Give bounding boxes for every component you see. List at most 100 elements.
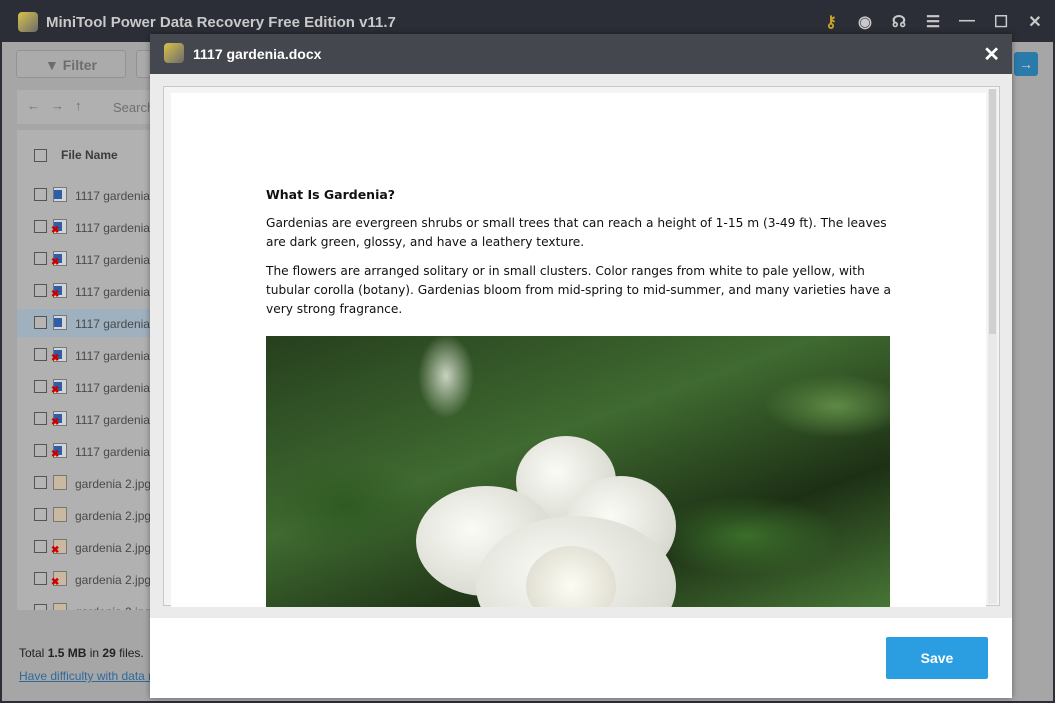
row-checkbox[interactable] — [34, 476, 47, 489]
file-name: 1117 gardenia.docx — [75, 189, 157, 203]
preview-title: 1117 gardenia.docx — [193, 46, 322, 62]
image-file-icon — [53, 475, 67, 490]
file-name: 1117 gardenia.docx — [75, 381, 157, 395]
image-file-icon — [53, 603, 67, 610]
file-row[interactable]: ✖ 1117 gardenia.docx — [17, 405, 157, 433]
nav-bar: ← → ↑ Search — [17, 90, 157, 124]
status-total: Total 1.5 MB in 29 files. — [19, 646, 144, 660]
app-title: MiniTool Power Data Recovery Free Editio… — [46, 14, 396, 31]
word-file-icon: ✖ — [51, 251, 67, 268]
file-row[interactable]: ✖ gardenia 2.jpg — [17, 533, 157, 561]
deleted-icon: ✖ — [51, 353, 60, 364]
key-icon[interactable]: ⚷ — [821, 12, 841, 32]
file-list: File Name 1117 gardenia.docx ✖ 1117 garden… — [17, 130, 157, 610]
back-icon[interactable]: ← — [27, 98, 40, 113]
doc-heading: What Is Gardenia? — [266, 187, 396, 202]
file-name: 1117 gardenia.docx — [75, 285, 157, 299]
file-row[interactable]: ✖ 1117 gardenia.docx — [17, 373, 157, 401]
word-file-icon: ✖ — [51, 283, 67, 300]
deleted-icon: ✖ — [51, 577, 60, 588]
column-file-name[interactable]: File Name — [61, 148, 118, 162]
row-checkbox[interactable] — [34, 444, 47, 457]
row-checkbox[interactable] — [34, 348, 47, 361]
word-file-icon: ✖ — [51, 219, 67, 236]
row-checkbox[interactable] — [34, 220, 47, 233]
file-name: 1117 gardenia.docx — [75, 413, 157, 427]
close-icon[interactable]: ✕ — [1025, 12, 1045, 32]
filter-button[interactable]: ▼ Filter — [16, 50, 126, 78]
word-file-icon — [53, 315, 67, 330]
scrollbar[interactable] — [988, 89, 997, 604]
row-checkbox[interactable] — [34, 508, 47, 521]
word-file-icon: ✖ — [51, 443, 67, 460]
app-logo-icon — [164, 43, 184, 63]
file-name: 1117 gardenia.docx — [75, 349, 157, 363]
row-checkbox[interactable] — [34, 412, 47, 425]
doc-paragraph: Gardenias are evergreen shrubs or small … — [266, 216, 887, 249]
menu-icon[interactable]: ☰ — [923, 12, 943, 32]
doc-paragraph: The flowers are arranged solitary or in … — [266, 264, 892, 316]
file-row[interactable]: ✖ gardenia 2.jpg — [17, 565, 157, 593]
file-row[interactable]: ✖ 1117 gardenia.docx — [17, 341, 157, 369]
file-name: 1117 gardenia.docx — [75, 445, 157, 459]
maximize-icon[interactable]: ☐ — [991, 12, 1011, 32]
image-file-icon — [53, 507, 67, 522]
document-page: What Is Gardenia? Gardenias are evergree… — [171, 93, 986, 607]
file-row[interactable]: gardenia 2.jpg — [17, 501, 157, 529]
deleted-icon: ✖ — [51, 545, 60, 556]
file-row[interactable]: ✖ 1117 gardenia.docx — [17, 245, 157, 273]
row-checkbox[interactable] — [34, 540, 47, 553]
deleted-icon: ✖ — [51, 289, 60, 300]
image-file-icon: ✖ — [51, 539, 67, 556]
file-name: gardenia 2.jpg — [75, 541, 152, 555]
scrollbar-thumb[interactable] — [989, 89, 996, 334]
file-name: 1117 gardenia.docx — [75, 317, 157, 331]
file-name: gardenia 2.jpg — [75, 477, 152, 491]
file-name: gardenia 2.jpg — [75, 605, 151, 610]
file-row[interactable]: 1117 gardenia.docx — [17, 181, 157, 209]
file-name: gardenia 2.jpg — [75, 509, 152, 523]
disc-icon[interactable]: ◉ — [855, 12, 875, 32]
filter-label: Filter — [62, 57, 97, 73]
row-checkbox[interactable] — [34, 188, 47, 201]
word-file-icon — [53, 187, 67, 202]
file-row[interactable]: gardenia 2.jpg — [17, 469, 157, 497]
document-viewer: What Is Gardenia? Gardenias are evergree… — [163, 86, 1000, 607]
gardenia-photo — [266, 336, 890, 607]
close-preview-icon[interactable]: ✕ — [983, 42, 1000, 67]
up-icon[interactable]: ↑ — [75, 98, 82, 113]
deleted-icon: ✖ — [51, 417, 60, 428]
row-checkbox[interactable] — [34, 380, 47, 393]
headphones-icon[interactable]: ☊ — [889, 12, 909, 32]
row-checkbox[interactable] — [34, 604, 47, 610]
row-checkbox[interactable] — [34, 316, 47, 329]
row-checkbox[interactable] — [34, 572, 47, 585]
file-row[interactable]: ✖ 1117 gardenia.docx — [17, 213, 157, 241]
word-file-icon: ✖ — [51, 347, 67, 364]
file-name: 1117 gardenia.docx — [75, 253, 157, 267]
save-button[interactable]: Save — [886, 637, 988, 679]
deleted-icon: ✖ — [51, 225, 60, 236]
image-file-icon: ✖ — [51, 571, 67, 588]
file-row[interactable]: 1117 gardenia.docx — [17, 309, 157, 337]
forward-icon[interactable]: → — [51, 98, 64, 113]
file-name: 1117 gardenia.docx — [75, 221, 157, 235]
row-checkbox[interactable] — [34, 284, 47, 297]
file-row[interactable]: gardenia 2.jpg — [17, 597, 157, 610]
next-arrow-button[interactable]: → — [1014, 52, 1038, 76]
preview-dialog: 1117 gardenia.docx ✕ What Is Gardenia? G… — [150, 34, 1012, 698]
search-label[interactable]: Search — [113, 100, 154, 115]
file-row[interactable]: ✖ 1117 gardenia.docx — [17, 437, 157, 465]
row-checkbox[interactable] — [34, 252, 47, 265]
app-logo-icon — [18, 12, 38, 32]
deleted-icon: ✖ — [51, 385, 60, 396]
preview-header: 1117 gardenia.docx ✕ — [150, 34, 1012, 74]
select-all-checkbox[interactable] — [34, 149, 47, 162]
word-file-icon: ✖ — [51, 379, 67, 396]
deleted-icon: ✖ — [51, 449, 60, 460]
file-row[interactable]: ✖ 1117 gardenia.docx — [17, 277, 157, 305]
minimize-icon[interactable]: — — [957, 12, 977, 32]
file-name: gardenia 2.jpg — [75, 573, 152, 587]
word-file-icon: ✖ — [51, 411, 67, 428]
deleted-icon: ✖ — [51, 257, 60, 268]
